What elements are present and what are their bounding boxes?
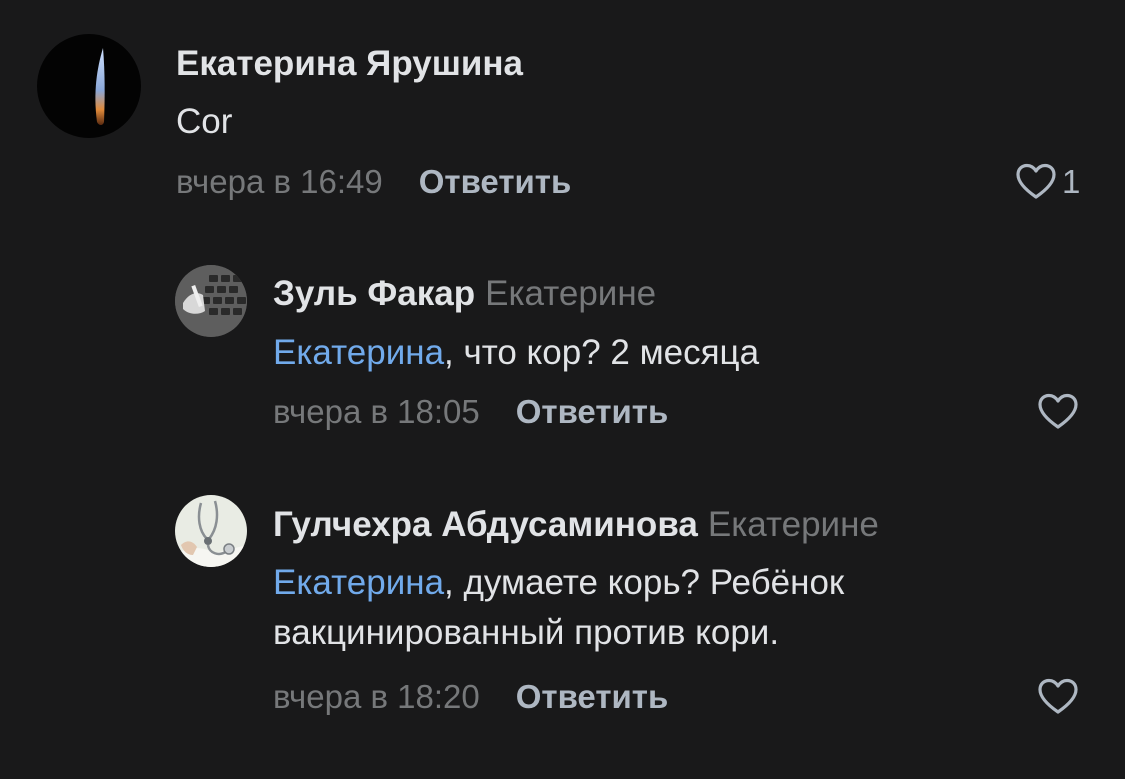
reply-to-name[interactable]: Екатерине	[485, 274, 656, 313]
comments-thread: Екатерина Ярушина Cor вчера в 16:49 Ответ…	[0, 0, 1125, 779]
comment-text: Екатерина, думаете корь? Ребёнок вакцини…	[273, 558, 844, 658]
author-name[interactable]: Екатерина Ярушина	[176, 44, 523, 83]
author-line: Екатерина Ярушина	[176, 44, 523, 84]
mention-link[interactable]: Екатерина	[273, 563, 444, 602]
author-line: Зуль Факар Екатерине	[273, 274, 656, 314]
reply-button[interactable]: Ответить	[516, 393, 669, 430]
comment-meta: вчера в 16:49 Ответить	[176, 162, 571, 202]
avatar[interactable]	[175, 265, 247, 337]
comment-text: Екатерина, что кор? 2 месяца	[273, 328, 759, 378]
candle-flame-avatar-image	[37, 34, 141, 138]
keyboard-avatar-image	[175, 265, 247, 337]
like-count: 1	[1062, 163, 1081, 200]
heart-outline-icon	[1038, 393, 1078, 429]
comment-text-line-2: вакцинированный против кори.	[273, 613, 780, 652]
reply-button[interactable]: Ответить	[516, 678, 669, 715]
avatar[interactable]	[37, 34, 141, 138]
author-line: Гулчехра Абдусаминова Екатерине	[273, 505, 879, 545]
mention-link[interactable]: Екатерина	[273, 333, 444, 372]
reply-to-name[interactable]: Екатерине	[708, 505, 879, 544]
like-button[interactable]	[1036, 392, 1080, 432]
author-name[interactable]: Зуль Факар	[273, 274, 475, 313]
like-button[interactable]: 1	[1014, 162, 1080, 202]
reply-button[interactable]: Ответить	[419, 163, 572, 200]
like-button[interactable]	[1036, 677, 1080, 717]
comment-meta: вчера в 18:20 Ответить	[273, 677, 668, 717]
comment-text-content: Cor	[176, 102, 233, 141]
heart-outline-icon	[1038, 678, 1078, 714]
comment-text-content: , что кор? 2 месяца	[444, 333, 760, 372]
timestamp: вчера в 18:05	[273, 393, 480, 430]
timestamp: вчера в 18:20	[273, 678, 480, 715]
comment-meta: вчера в 18:05 Ответить	[273, 392, 668, 432]
doctor-avatar-image	[175, 495, 247, 567]
comment-text: Cor	[176, 97, 232, 147]
comment-text-line-1: , думаете корь? Ребёнок	[444, 563, 845, 602]
avatar[interactable]	[175, 495, 247, 567]
author-name[interactable]: Гулчехра Абдусаминова	[273, 505, 698, 544]
heart-outline-icon	[1016, 163, 1056, 199]
timestamp: вчера в 16:49	[176, 163, 383, 200]
